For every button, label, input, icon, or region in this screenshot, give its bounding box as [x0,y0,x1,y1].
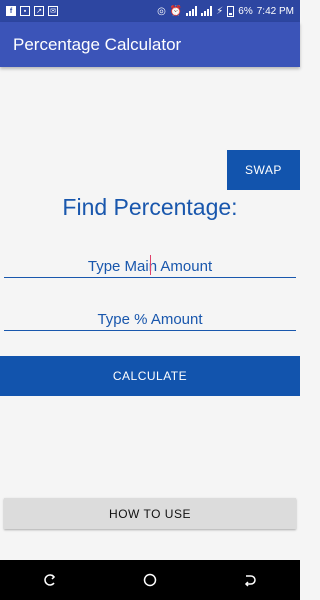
recents-icon [44,574,56,586]
text-cursor [150,255,151,275]
page-heading: Find Percentage: [62,194,238,220]
app-bar: Percentage Calculator [0,22,300,67]
signal-icon [201,6,213,16]
charging-icon: ⚡ [216,5,224,17]
gallery-icon: ▪ [20,6,30,16]
back-icon [244,575,256,587]
facebook-icon: f [6,6,16,16]
back-button[interactable] [230,560,270,600]
percent-amount-input[interactable]: Type % Amount [4,305,296,331]
app-title: Percentage Calculator [13,34,182,54]
main-amount-input[interactable]: Type Main Amount [4,252,296,278]
missed-call-icon: ↗ [34,6,44,16]
home-button[interactable] [130,560,170,600]
clock: 7:42 PM [256,5,294,17]
calculate-button[interactable]: CALCULATE [0,356,300,396]
signal-icon [186,6,198,16]
home-icon [143,573,157,587]
battery-level: 6% [238,5,253,17]
alarm-icon: ⏰ [169,5,183,17]
recents-button[interactable] [30,560,70,600]
how-to-use-button[interactable]: HOW TO USE [4,498,296,529]
swap-button[interactable]: SWAP [227,150,300,190]
system-status: ◎ ⏰ ⚡ 6% 7:42 PM [157,5,300,17]
notification-icons: f ▪ ↗ ✉ [0,6,58,16]
hotspot-icon: ◎ [157,5,166,17]
battery-icon [227,5,235,17]
navigation-bar [0,560,300,600]
email-icon: ✉ [48,6,58,16]
status-bar: f ▪ ↗ ✉ ◎ ⏰ ⚡ 6% 7:42 PM [0,0,300,22]
percent-amount-placeholder: Type % Amount [97,311,203,328]
